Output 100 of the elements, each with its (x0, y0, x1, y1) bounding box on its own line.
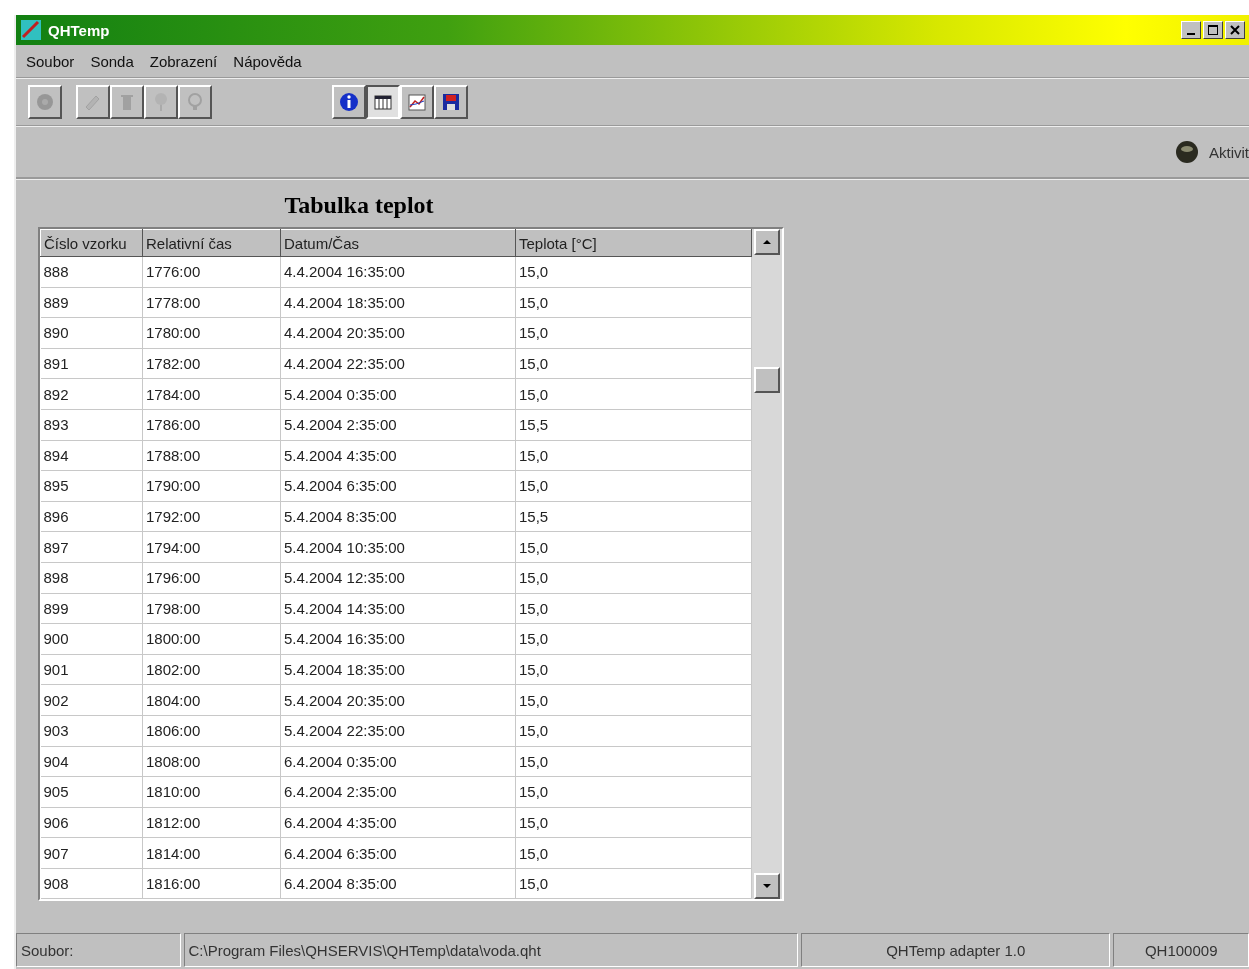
table-cell: 6.4.2004 2:35:00 (280, 776, 516, 808)
table-cell: 5.4.2004 4:35:00 (280, 440, 516, 471)
table-cell: 15,0 (515, 593, 752, 624)
table-cell: 1782:00 (142, 348, 281, 379)
column-header[interactable]: Teplota [°C] (515, 229, 752, 257)
table-cell: 1806:00 (142, 715, 281, 746)
menu-item[interactable]: Nápověda (233, 52, 302, 70)
table-cell: 1808:00 (142, 746, 281, 777)
maximize-button[interactable] (1203, 21, 1223, 39)
table-cell: 1776:00 (142, 256, 281, 288)
table-cell: 15,0 (515, 440, 752, 471)
table-cell: 907 (40, 837, 143, 869)
table-cell: 6.4.2004 0:35:00 (280, 746, 516, 777)
table-cell: 897 (40, 531, 143, 563)
table-cell: 5.4.2004 2:35:00 (280, 409, 516, 441)
table-cell: 5.4.2004 22:35:00 (280, 715, 516, 746)
table-cell: 15,0 (515, 715, 752, 746)
table-cell: 5.4.2004 12:35:00 (280, 562, 516, 594)
menu-item[interactable]: Soubor (26, 52, 75, 70)
table-cell: 1788:00 (142, 440, 281, 471)
minimize-icon (1187, 33, 1195, 35)
table-cell: 1778:00 (142, 287, 281, 318)
table-cell: 15,0 (515, 837, 752, 869)
table-cell: 1812:00 (142, 807, 281, 838)
scrollbar[interactable] (752, 229, 782, 900)
table-cell: 15,0 (515, 807, 752, 838)
table-cell: 15,0 (515, 317, 752, 349)
table-cell: 5.4.2004 18:35:00 (280, 654, 516, 685)
table-cell: 889 (40, 287, 143, 318)
table-cell: 1786:00 (142, 409, 281, 441)
table-cell: 5.4.2004 14:35:00 (280, 593, 516, 624)
table-cell: 899 (40, 593, 143, 624)
table-cell: 4.4.2004 22:35:00 (280, 348, 516, 379)
scroll-thumb[interactable] (754, 367, 780, 393)
app-icon (20, 19, 42, 41)
table-cell: 888 (40, 256, 143, 288)
status-bar-field: Soubor: (16, 933, 181, 967)
table-cell: 1780:00 (142, 317, 281, 349)
maximize-icon (1208, 25, 1218, 35)
minimize-button[interactable] (1181, 21, 1201, 39)
menu-item[interactable]: Sonda (90, 52, 134, 70)
table-cell: 6.4.2004 8:35:00 (280, 868, 516, 899)
table-cell: 15,0 (515, 746, 752, 777)
table-cell: 15,0 (515, 684, 752, 716)
view-button[interactable] (366, 85, 400, 119)
table-cell: 15,0 (515, 287, 752, 318)
table-cell: 6.4.2004 6:35:00 (280, 837, 516, 869)
status-light-icon (1175, 140, 1199, 164)
table-cell: 898 (40, 562, 143, 594)
table-cell: 15,0 (515, 256, 752, 288)
table-cell: 901 (40, 654, 143, 685)
table-cell: 15,0 (515, 654, 752, 685)
table-cell: 15,0 (515, 531, 752, 563)
column-header[interactable]: Relativní čas (142, 229, 281, 257)
table-cell: 900 (40, 623, 143, 655)
table-cell: 1792:00 (142, 501, 281, 532)
table-cell: 5.4.2004 10:35:00 (280, 531, 516, 563)
table-cell: 893 (40, 409, 143, 441)
table-cell: 5.4.2004 8:35:00 (280, 501, 516, 532)
status-bar-field: C:\Program Files\QHSERVIS\QHTemp\data\voda.qht (183, 933, 799, 967)
table-cell: 1798:00 (142, 593, 281, 624)
scroll-up-button[interactable] (754, 229, 780, 255)
column-header[interactable]: Číslo vzorku (40, 229, 143, 257)
table-cell: 1794:00 (142, 531, 281, 563)
bulb-icon (185, 92, 205, 112)
table-title: Tabulka teplot (283, 192, 435, 219)
table-cell: 4.4.2004 18:35:00 (280, 287, 516, 318)
table-cell: 15,0 (515, 868, 752, 899)
table-cell: 1814:00 (142, 837, 281, 869)
table-cell: 15,0 (515, 470, 752, 502)
table-cell: 15,0 (515, 378, 752, 410)
info-icon (339, 92, 359, 112)
table-cell: 5.4.2004 6:35:00 (280, 470, 516, 502)
line-graph-icon (407, 92, 427, 112)
status-label: Aktivit (1209, 143, 1249, 161)
table-cell: 896 (40, 501, 143, 532)
status-bar-field: QHTemp adapter 1.0 (801, 933, 1111, 967)
table-cell: 15,0 (515, 776, 752, 808)
table-cell: 904 (40, 746, 143, 777)
column-header[interactable]: Datum/Čas (280, 229, 516, 257)
table-cell: 1784:00 (142, 378, 281, 410)
table-cell: 894 (40, 440, 143, 471)
table-cell: 890 (40, 317, 143, 349)
window-title: QHTemp (48, 21, 110, 39)
menu-item[interactable]: Zobrazení (149, 52, 218, 70)
table-cell: 1802:00 (142, 654, 281, 685)
table-cell: 908 (40, 868, 143, 899)
table-cell: 895 (40, 470, 143, 502)
close-icon (1230, 25, 1240, 35)
scroll-down-button[interactable] (754, 873, 780, 900)
table-cell: 1800:00 (142, 623, 281, 655)
table-cell: 1810:00 (142, 776, 281, 808)
table-cell: 1790:00 (142, 470, 281, 502)
table-cell: 902 (40, 684, 143, 716)
table-cell: 15,5 (515, 409, 752, 441)
table-cell: 5.4.2004 16:35:00 (280, 623, 516, 655)
table-cell: 15,0 (515, 623, 752, 655)
close-button[interactable] (1225, 21, 1245, 39)
up-arrow-icon (762, 239, 772, 245)
table-cell: 1796:00 (142, 562, 281, 594)
